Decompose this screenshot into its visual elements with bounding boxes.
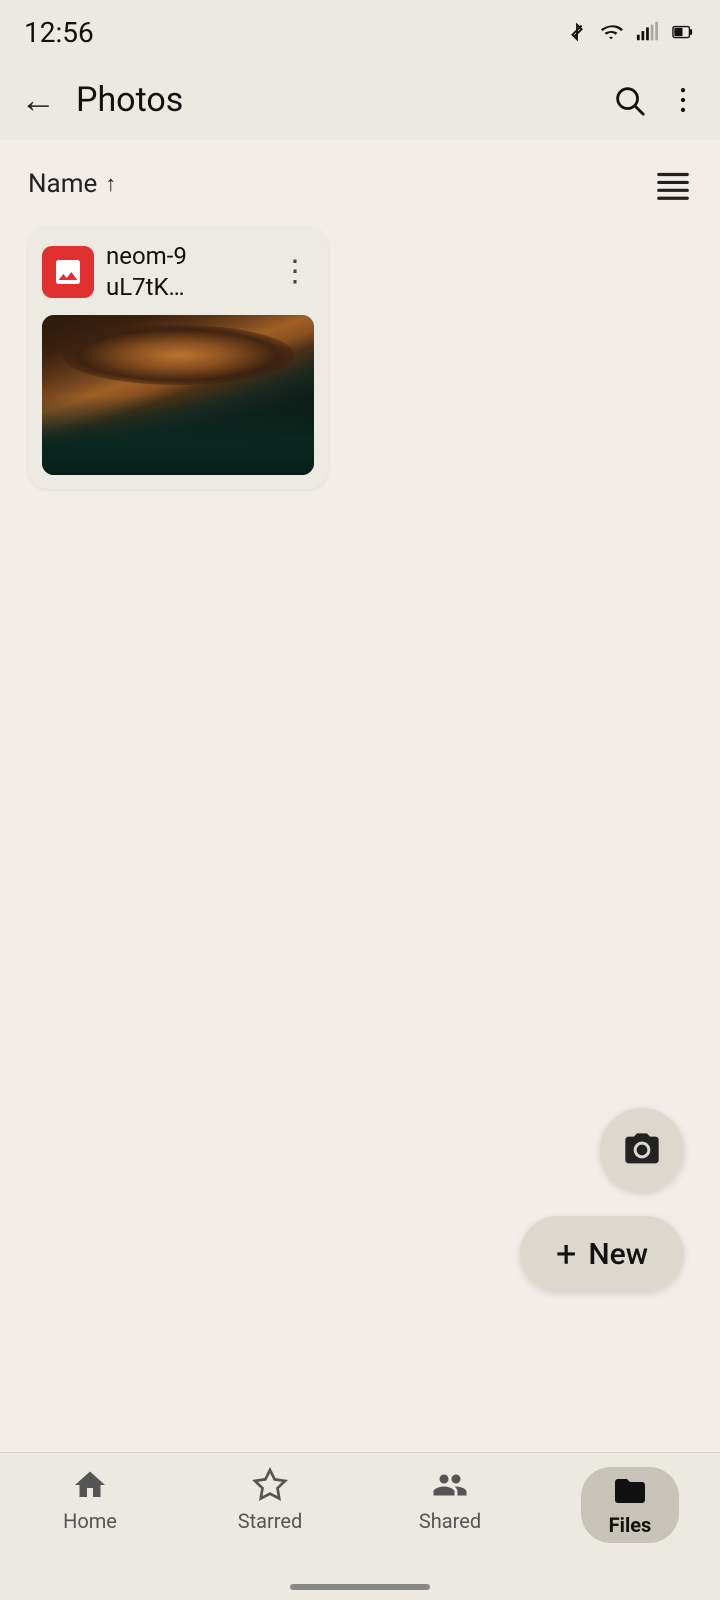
camera-fab-button[interactable] <box>600 1108 684 1192</box>
file-grid: neom-9uL7tK… ⋮ <box>0 219 720 489</box>
file-name: neom-9uL7tK… <box>106 241 264 303</box>
thumbnail-image <box>42 315 314 475</box>
files-active-bg: Files <box>581 1467 680 1543</box>
home-indicator <box>290 1584 430 1590</box>
bluetooth-icon <box>566 21 588 43</box>
star-icon <box>250 1467 290 1503</box>
folder-icon <box>610 1473 650 1509</box>
nav-label-shared: Shared <box>419 1509 481 1533</box>
status-icons <box>566 21 696 43</box>
sort-row: Name ↑ <box>0 141 720 219</box>
app-bar-actions <box>612 83 700 117</box>
new-label: New <box>588 1237 648 1272</box>
signal-icon <box>634 21 660 43</box>
nav-label-starred: Starred <box>238 1509 303 1533</box>
bottom-nav: Home Starred Shared Files <box>0 1452 720 1600</box>
battery-icon <box>670 21 696 43</box>
app-bar: ← Photos <box>0 60 720 140</box>
file-thumbnail[interactable] <box>42 315 314 475</box>
file-type-icon <box>42 246 94 298</box>
wifi-icon <box>598 21 624 43</box>
file-card-header: neom-9uL7tK… ⋮ <box>42 241 314 303</box>
status-bar: 12:56 <box>0 0 720 60</box>
more-options-button[interactable] <box>666 83 700 117</box>
nav-label-files: Files <box>609 1513 652 1537</box>
search-button[interactable] <box>612 83 646 117</box>
status-time: 12:56 <box>24 16 94 49</box>
nav-item-files[interactable]: Files <box>540 1467 720 1543</box>
back-button[interactable]: ← <box>20 82 56 118</box>
file-card[interactable]: neom-9uL7tK… ⋮ <box>28 227 328 489</box>
nav-item-starred[interactable]: Starred <box>180 1467 360 1533</box>
nav-item-home[interactable]: Home <box>0 1467 180 1533</box>
sort-name: Name <box>28 169 97 199</box>
people-icon <box>430 1467 470 1503</box>
nav-item-shared[interactable]: Shared <box>360 1467 540 1533</box>
page-title: Photos <box>76 80 592 120</box>
file-more-button[interactable]: ⋮ <box>276 253 314 291</box>
new-fab-button[interactable]: + New <box>520 1216 684 1292</box>
list-view-button[interactable] <box>654 165 692 203</box>
plus-icon: + <box>556 1236 576 1272</box>
camera-icon <box>622 1130 662 1170</box>
home-icon <box>70 1467 110 1503</box>
sort-label[interactable]: Name ↑ <box>28 169 116 199</box>
nav-label-home: Home <box>63 1509 117 1533</box>
sort-direction-icon: ↑ <box>105 171 116 197</box>
